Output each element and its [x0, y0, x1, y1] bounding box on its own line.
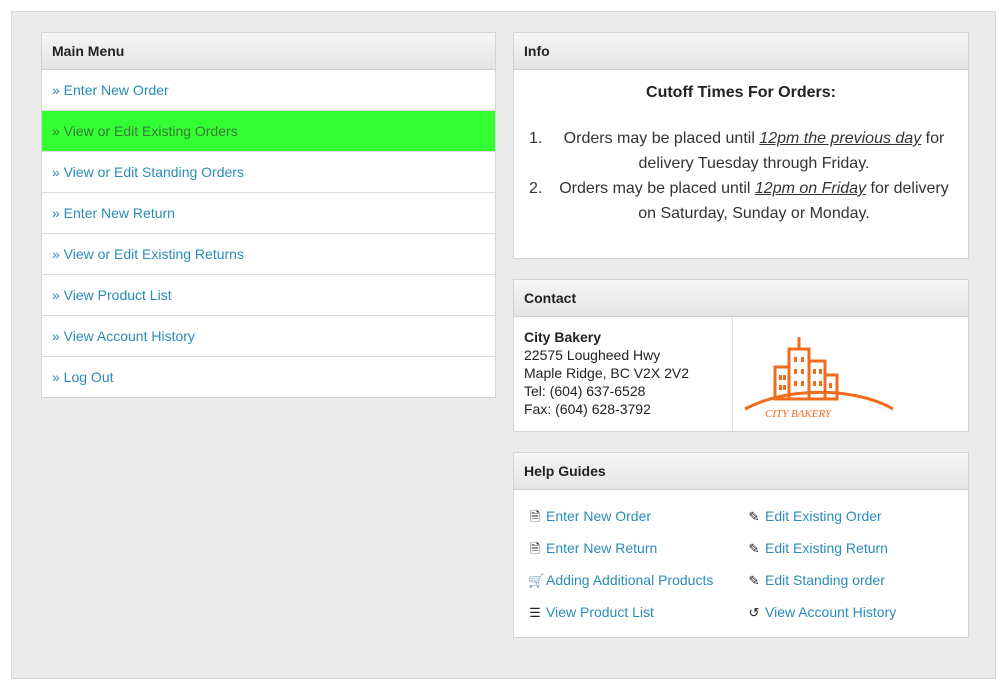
menu-item-view-edit-standing-orders[interactable]: » View or Edit Standing Orders	[42, 152, 495, 193]
fax-number: Fax: (604) 628-3792	[524, 401, 651, 417]
list-icon: ☰	[529, 605, 541, 620]
contact-panel: Contact City Bakery 22575 Lougheed Hwy M…	[513, 279, 969, 432]
help-link-label: View Account History	[765, 604, 897, 620]
help-link-label: Enter New Order	[546, 508, 652, 524]
menu-item-log-out[interactable]: » Log Out	[42, 357, 495, 398]
help-link-label: Adding Additional Products	[546, 572, 714, 588]
main-menu-panel: Main Menu » Enter New Order » View or Ed…	[41, 32, 496, 398]
help-link-label: Edit Existing Order	[765, 508, 882, 524]
document-icon: 🗎	[529, 509, 541, 524]
help-link-label: Edit Standing order	[765, 572, 885, 588]
contact-body: City Bakery 22575 Lougheed Hwy Maple Rid…	[514, 317, 968, 431]
cutoff-item-text: Orders may be placed until	[563, 130, 760, 147]
cutoff-item: 2. Orders may be placed until 12pm on Fri…	[514, 176, 968, 226]
menu-item-view-product-list[interactable]: » View Product List	[42, 275, 495, 316]
cutoff-item: 1. Orders may be placed until 12pm the pr…	[514, 126, 968, 176]
help-link-view-account-history[interactable]: ↺ View Account History	[747, 604, 897, 621]
help-link-label: View Product List	[546, 604, 654, 620]
address-line-1: 22575 Lougheed Hwy	[524, 347, 661, 363]
help-link-label: Edit Existing Return	[765, 540, 888, 556]
cutoff-item-time: 12pm on Friday	[754, 180, 867, 197]
cutoff-item-time: 12pm the previous day	[759, 130, 922, 147]
edit-icon: ✎	[748, 573, 760, 588]
menu-item-view-account-history[interactable]: » View Account History	[42, 316, 495, 357]
help-link-edit-standing-order[interactable]: ✎ Edit Standing order	[747, 572, 885, 589]
help-link-adding-additional-products[interactable]: 🛒 Adding Additional Products	[528, 572, 713, 589]
business-name: City Bakery	[524, 329, 602, 345]
help-link-label: Enter New Return	[546, 540, 658, 556]
cart-icon: 🛒	[528, 573, 545, 588]
address-line-2: Maple Ridge, BC V2X 2V2	[524, 365, 689, 381]
edit-icon: ✎	[748, 541, 760, 556]
cutoff-item-number: 1.	[529, 130, 543, 147]
page-container: Main Menu » Enter New Order » View or Ed…	[11, 11, 996, 679]
contact-title: Contact	[514, 280, 968, 317]
city-bakery-logo-image: CITY BAKERY	[744, 337, 894, 420]
menu-list: » Enter New Order » View or Edit Existin…	[42, 70, 495, 398]
info-panel: Info Cutoff Times For Orders: 1. Orders m…	[513, 32, 969, 259]
help-guides-title: Help Guides	[514, 453, 968, 490]
history-icon: ↺	[748, 605, 760, 620]
help-link-edit-existing-order[interactable]: ✎ Edit Existing Order	[747, 508, 882, 525]
logo-text: CITY BAKERY	[765, 408, 833, 420]
menu-item-view-edit-existing-returns[interactable]: » View or Edit Existing Returns	[42, 234, 495, 275]
city-bakery-logo: CITY BAKERY	[733, 317, 968, 431]
menu-item-enter-new-return[interactable]: » Enter New Return	[42, 193, 495, 234]
main-menu-title: Main Menu	[42, 33, 495, 70]
menu-item-enter-new-order[interactable]: » Enter New Order	[42, 70, 495, 111]
help-link-enter-new-order[interactable]: 🗎 Enter New Order	[528, 508, 651, 530]
cutoff-heading: Cutoff Times For Orders:	[646, 84, 836, 101]
contact-address: City Bakery 22575 Lougheed Hwy Maple Rid…	[514, 317, 733, 431]
info-title: Info	[514, 33, 968, 70]
help-guides-panel: Help Guides 🗎 Enter New Order ✎ Edit Exist…	[513, 452, 969, 638]
help-guides-list: 🗎 Enter New Order ✎ Edit Existing Order 🗎 E…	[514, 490, 968, 638]
document-icon: 🗎	[529, 541, 541, 556]
cutoff-item-number: 2.	[529, 180, 543, 197]
menu-item-view-edit-existing-orders[interactable]: » View or Edit Existing Orders	[42, 111, 495, 152]
help-link-view-product-list[interactable]: ☰ View Product List	[528, 604, 654, 621]
cutoff-list: 1. Orders may be placed until 12pm the pr…	[514, 126, 968, 226]
cutoff-item-text: Orders may be placed until	[559, 180, 755, 197]
edit-icon: ✎	[748, 509, 760, 524]
phone-number: Tel: (604) 637-6528	[524, 383, 646, 399]
help-link-edit-existing-return[interactable]: ✎ Edit Existing Return	[747, 540, 888, 557]
help-link-enter-new-return[interactable]: 🗎 Enter New Return	[528, 540, 658, 562]
